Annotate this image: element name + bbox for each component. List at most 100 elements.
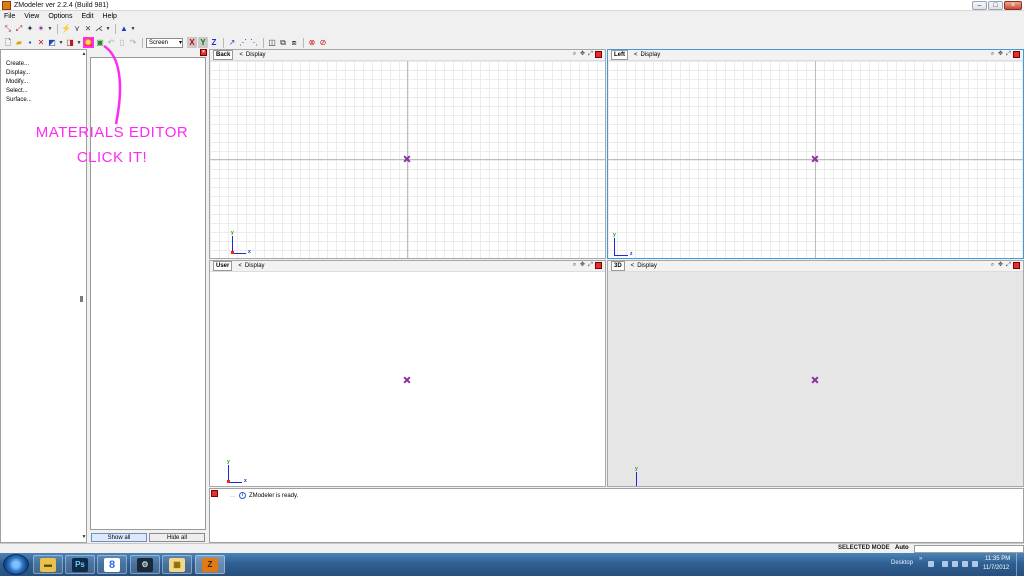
photoshop-icon[interactable]: Ps: [65, 555, 95, 574]
viewport-user[interactable]: User < Display ⌕ ✥ ⤢ y x: [209, 260, 606, 487]
close-icon[interactable]: [211, 490, 218, 497]
viewport-display-menu[interactable]: Display: [246, 52, 266, 58]
viewport-name[interactable]: 3D: [611, 261, 625, 271]
delete-icon[interactable]: ✕: [36, 38, 46, 48]
edge-tool-icon[interactable]: ⨯: [83, 24, 93, 34]
new-file-icon[interactable]: 🗋: [3, 38, 13, 48]
import-icon[interactable]: ◩: [47, 38, 57, 48]
desktop-toolbar-label[interactable]: Desktop: [891, 560, 913, 566]
export-icon[interactable]: ◨: [65, 38, 75, 48]
viewport-display-arrow[interactable]: <: [634, 52, 638, 58]
command-select[interactable]: Select...: [1, 87, 32, 96]
menu-options[interactable]: Options: [48, 11, 72, 22]
tool-dropdown-icon[interactable]: ▼: [47, 24, 53, 34]
search-icon[interactable]: ⌕: [571, 51, 578, 58]
lock-selection-icon[interactable]: ⊗: [307, 38, 317, 48]
single-view-icon[interactable]: ◫: [267, 38, 277, 48]
maximize-icon[interactable]: ⤢: [587, 262, 594, 269]
scroll-up-arrow-icon[interactable]: ▲: [81, 51, 87, 57]
axis-y-toggle[interactable]: Y: [198, 37, 208, 48]
viewport-display-arrow[interactable]: <: [631, 263, 635, 269]
snap-grid-icon[interactable]: ⋰: [238, 38, 248, 48]
close-window-button[interactable]: ×: [1004, 1, 1022, 10]
command-create[interactable]: Create...: [1, 60, 32, 69]
tool-dropdown-icon[interactable]: ▼: [105, 24, 111, 34]
google-icon[interactable]: 8: [97, 555, 127, 574]
panel-splitter-handle[interactable]: [80, 296, 83, 302]
viewport-canvas[interactable]: y x: [210, 272, 605, 486]
viewport-display-arrow[interactable]: <: [238, 263, 242, 269]
show-all-button[interactable]: Show all: [91, 533, 147, 542]
volume-icon[interactable]: [972, 561, 978, 567]
pan-icon[interactable]: ✥: [579, 51, 586, 58]
command-display[interactable]: Display...: [1, 69, 32, 78]
open-folder-icon[interactable]: ▰: [14, 38, 24, 48]
face-tool-icon[interactable]: ⋌: [94, 24, 104, 34]
viewport-display-menu[interactable]: Display: [641, 52, 661, 58]
viewport-back[interactable]: Back < Display ⌕ ✥ ⤢ y x: [209, 49, 606, 259]
viewport-display-arrow[interactable]: <: [239, 52, 243, 58]
viewport-display-menu[interactable]: Display: [245, 263, 265, 269]
command-modify[interactable]: Modify...: [1, 78, 32, 87]
viewport-name[interactable]: User: [213, 261, 233, 271]
viewport-left[interactable]: Left < Display ⌕ ✥ ⤢ y z: [607, 49, 1024, 259]
snap-edge-icon[interactable]: ⋱: [249, 38, 259, 48]
close-icon[interactable]: [595, 262, 602, 269]
search-icon[interactable]: ⌕: [989, 262, 996, 269]
steam-icon[interactable]: ⚙: [130, 555, 160, 574]
search-icon[interactable]: ⌕: [571, 262, 578, 269]
tray-arrow-icon[interactable]: [928, 561, 934, 567]
menu-edit[interactable]: Edit: [81, 11, 93, 22]
axis-z-toggle[interactable]: Z: [209, 37, 219, 48]
start-button[interactable]: [3, 554, 29, 575]
snap-vertex-icon[interactable]: ↗: [227, 38, 237, 48]
close-icon[interactable]: [1013, 262, 1020, 269]
maximize-button[interactable]: □: [988, 1, 1003, 10]
viewport-display-menu[interactable]: Display: [637, 263, 657, 269]
search-icon[interactable]: ⌕: [989, 51, 996, 58]
pan-icon[interactable]: ✥: [997, 51, 1004, 58]
explorer-icon[interactable]: ▬: [33, 555, 63, 574]
zmodeler-icon[interactable]: Z: [195, 555, 225, 574]
menu-file[interactable]: File: [4, 11, 15, 22]
chevron-right-icon[interactable]: »: [919, 556, 922, 562]
figure-tool-icon[interactable]: ✦: [25, 24, 35, 34]
select-plus-tool-icon[interactable]: ⤢: [14, 24, 24, 34]
clock-date[interactable]: 11/7/2012: [983, 565, 1009, 571]
viewport-canvas[interactable]: y x: [210, 61, 605, 258]
pan-icon[interactable]: ✥: [579, 262, 586, 269]
link-tool-icon[interactable]: ⚡: [61, 24, 71, 34]
close-icon[interactable]: ×: [200, 49, 207, 56]
maximize-icon[interactable]: ⤢: [587, 51, 594, 58]
tray-flag-icon[interactable]: [952, 561, 958, 567]
clock-time[interactable]: 11:35 PM: [985, 556, 1010, 562]
select-tool-icon[interactable]: ⤡: [3, 24, 13, 34]
minimize-button[interactable]: –: [972, 1, 987, 10]
coordinate-mode-select[interactable]: Screen ▾: [146, 37, 183, 48]
close-icon[interactable]: [595, 51, 602, 58]
zmodeler-app-icon[interactable]: [2, 1, 11, 10]
viewport-canvas[interactable]: y x: [608, 272, 1023, 486]
viewport-name[interactable]: Back: [213, 50, 234, 60]
file-manager-icon[interactable]: ▦: [162, 555, 192, 574]
network-icon[interactable]: [962, 561, 968, 567]
tray-app-icon[interactable]: [942, 561, 948, 567]
save-icon[interactable]: ▪: [25, 38, 35, 48]
show-desktop-button[interactable]: [1016, 553, 1024, 576]
viewport-3d[interactable]: 3D < Display ⌕ ✥ ⤢ y x: [607, 260, 1024, 487]
move-tool-icon[interactable]: ✶: [36, 24, 46, 34]
maximize-icon[interactable]: ⤢: [1005, 262, 1012, 269]
render-tool-icon[interactable]: ▲: [119, 24, 129, 34]
close-icon[interactable]: [1013, 51, 1020, 58]
tool-dropdown-icon[interactable]: ▼: [58, 38, 64, 48]
menu-help[interactable]: Help: [103, 11, 117, 22]
axis-x-toggle[interactable]: X: [187, 37, 197, 48]
tool-dropdown-icon[interactable]: ▼: [130, 24, 136, 34]
tool-dropdown-icon[interactable]: ▼: [76, 38, 82, 48]
pan-icon[interactable]: ✥: [997, 262, 1004, 269]
double-view-icon[interactable]: ⧉: [278, 38, 288, 48]
viewport-name[interactable]: Left: [611, 50, 628, 60]
hide-all-button[interactable]: Hide all: [149, 533, 205, 542]
quad-view-icon[interactable]: ⧈: [289, 38, 299, 48]
viewport-canvas[interactable]: y z: [608, 61, 1023, 258]
